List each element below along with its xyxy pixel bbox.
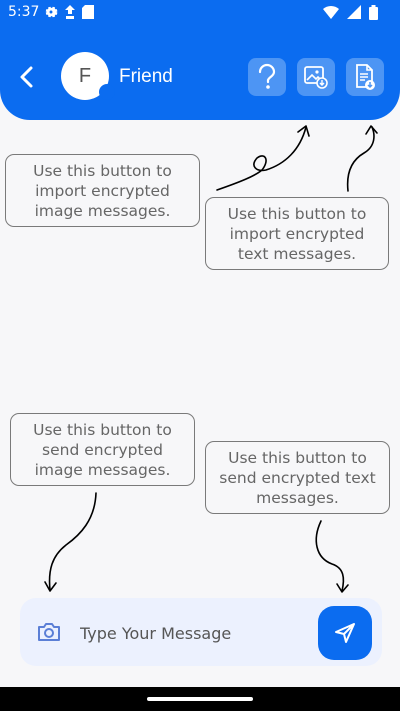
tooltip-import-text: Use this button to import encrypted text… xyxy=(205,197,389,270)
app-header: 5:37 F Friend xyxy=(0,0,400,120)
import-text-icon xyxy=(356,64,375,90)
tooltip-send-text: Use this button to send encrypted text m… xyxy=(205,441,390,514)
signal-icon xyxy=(347,5,361,19)
help-button[interactable] xyxy=(248,58,286,96)
navigation-icon xyxy=(65,5,75,19)
wifi-icon xyxy=(323,6,339,19)
arrow-to-camera xyxy=(48,492,97,591)
arrow-to-send xyxy=(315,520,345,592)
avatar[interactable]: F xyxy=(61,52,115,100)
camera-button[interactable] xyxy=(36,620,62,644)
arrow-head-import-image xyxy=(297,125,310,137)
battery-icon xyxy=(369,5,378,20)
import-image-button[interactable] xyxy=(297,58,335,96)
tooltip-import-image: Use this button to import encrypted imag… xyxy=(5,154,200,227)
back-button[interactable] xyxy=(12,62,42,92)
arrow-head-send xyxy=(336,583,349,593)
contact-name: Friend xyxy=(119,66,173,87)
tooltip-send-image: Use this button to send encrypted image … xyxy=(10,413,195,486)
status-bar: 5:37 xyxy=(0,0,400,26)
settings-gear-icon xyxy=(45,6,58,18)
status-left-icons xyxy=(44,5,94,19)
arrow-to-import-text xyxy=(346,126,375,192)
arrow-head-import-text xyxy=(365,125,378,135)
import-text-button[interactable] xyxy=(346,58,384,96)
sd-card-icon xyxy=(82,5,94,19)
message-input[interactable] xyxy=(78,616,318,650)
status-right-icons xyxy=(323,5,378,20)
camera-icon xyxy=(38,623,60,641)
back-arrow-icon xyxy=(20,66,33,88)
system-nav-bar xyxy=(0,687,400,711)
avatar-initial: F xyxy=(78,64,92,87)
help-icon xyxy=(258,63,276,89)
send-button[interactable] xyxy=(318,606,372,660)
arrow-to-import-image xyxy=(216,126,307,191)
avatar-status-notch xyxy=(99,84,115,100)
status-time: 5:37 xyxy=(8,4,40,20)
message-composer xyxy=(20,598,382,666)
import-image-icon xyxy=(304,66,328,89)
home-gesture-handle[interactable] xyxy=(147,697,253,701)
send-icon xyxy=(335,623,355,643)
arrow-head-camera xyxy=(44,581,57,592)
